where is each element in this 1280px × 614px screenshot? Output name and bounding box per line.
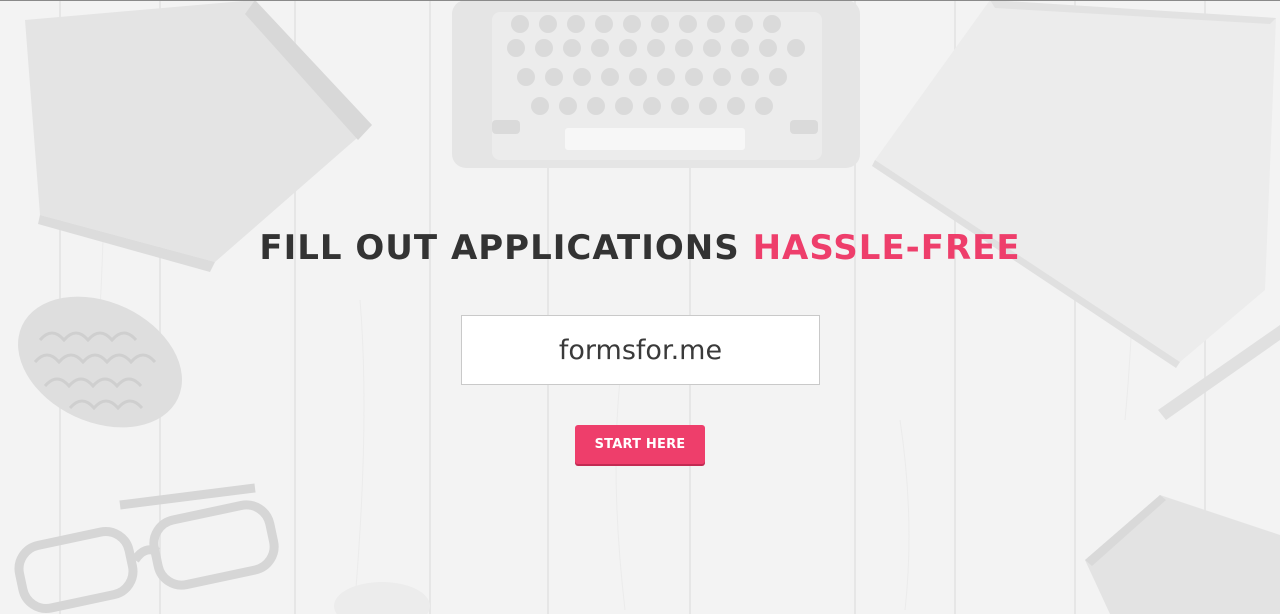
site-name-input[interactable]: [461, 315, 820, 385]
start-here-button[interactable]: START HERE: [575, 425, 705, 464]
headline-accent-text: HASSLE-FREE: [752, 228, 1021, 268]
hero-section: FILL OUT APPLICATIONS HASSLE-FREE START …: [0, 0, 1280, 614]
hero-headline: FILL OUT APPLICATIONS HASSLE-FREE: [0, 224, 1280, 272]
headline-text: FILL OUT APPLICATIONS: [259, 228, 753, 268]
top-border: [0, 0, 1280, 1]
